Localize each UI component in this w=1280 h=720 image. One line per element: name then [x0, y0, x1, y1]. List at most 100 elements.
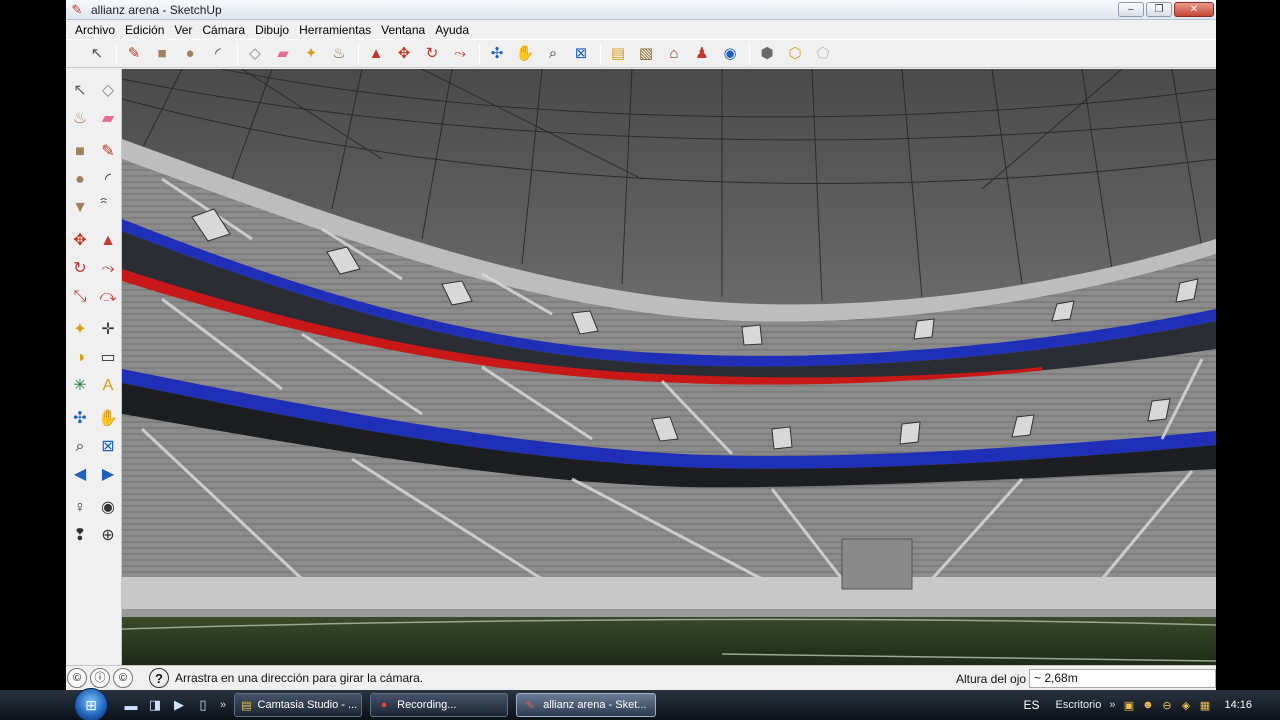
- follow-me-icon[interactable]: ⤳: [447, 41, 473, 67]
- share-component-icon[interactable]: ⬡: [782, 41, 808, 67]
- taskbar-button[interactable]: ▤ Camtasia Studio - ...: [234, 693, 363, 717]
- tray-icon[interactable]: ⊖: [1159, 698, 1174, 713]
- ruby-icon[interactable]: ⬠: [810, 41, 836, 67]
- pencil-icon[interactable]: ✎: [121, 41, 147, 67]
- system-tray: ES Escritorio » ▣ ☻ ⊖ ◈ ▦ 14:16: [1023, 690, 1280, 720]
- help-icon[interactable]: ?: [149, 668, 169, 688]
- tray-icon[interactable]: ▣: [1121, 698, 1136, 713]
- line-tool-icon[interactable]: ✎: [94, 138, 122, 165]
- tape-measure-icon[interactable]: ✦: [298, 41, 324, 67]
- document-icon[interactable]: ▯: [194, 696, 212, 714]
- push-pull-tool-icon[interactable]: ▲: [94, 227, 122, 254]
- place-model-icon[interactable]: ⌂: [661, 41, 687, 67]
- tray-icon[interactable]: ☻: [1140, 698, 1155, 713]
- orbit-tool-icon[interactable]: ✣: [66, 405, 94, 432]
- walk-tool-icon[interactable]: ❢: [66, 522, 94, 549]
- zoom-icon[interactable]: ⌕: [540, 41, 566, 67]
- google-earth-icon[interactable]: ◉: [717, 41, 743, 67]
- select-tool-icon[interactable]: ↖: [66, 77, 94, 104]
- get-current-view-icon[interactable]: ♟: [689, 41, 715, 67]
- close-button[interactable]: ✕: [1174, 2, 1214, 17]
- text-tool-icon[interactable]: ▭: [94, 344, 122, 371]
- axes-tool-icon[interactable]: ✳: [66, 372, 94, 399]
- rotate-icon[interactable]: ↻: [419, 41, 445, 67]
- eraser-icon[interactable]: ▰: [270, 41, 296, 67]
- push-pull-icon[interactable]: ▲: [363, 41, 389, 67]
- previous-view-icon[interactable]: ◀: [66, 461, 94, 488]
- make-component-tool-icon[interactable]: ◇: [94, 77, 122, 104]
- protractor-tool-icon[interactable]: ◑: [66, 344, 94, 371]
- next-view-icon[interactable]: ▶: [94, 461, 122, 488]
- look-around-tool-icon[interactable]: ◉: [94, 494, 122, 521]
- arc-tool-icon[interactable]: ◜: [94, 166, 122, 193]
- status-bar: © ⓘ © ? Arrastra en una dirección para g…: [66, 665, 1216, 690]
- menu-herramientas[interactable]: Herramientas: [294, 23, 376, 37]
- zoom-extents-icon[interactable]: ⊠: [568, 41, 594, 67]
- freehand-tool-icon[interactable]: ꩰ: [94, 194, 122, 221]
- 3d-viewport[interactable]: [122, 69, 1216, 665]
- menu-ventana[interactable]: Ventana: [376, 23, 430, 37]
- taskbar-button[interactable]: ✎ allianz arena - Sket...: [516, 693, 657, 717]
- menu-archivo[interactable]: Archivo: [70, 23, 120, 37]
- menu-bar: Archivo Edición Ver Cámara Dibujo Herram…: [66, 20, 1216, 39]
- media-player-icon[interactable]: ▶: [170, 696, 188, 714]
- paint-bucket-tool-icon[interactable]: ♨: [66, 105, 94, 132]
- rectangle-tool-icon[interactable]: ■: [66, 138, 94, 165]
- title-bar[interactable]: ✎ allianz arena - SketchUp – ❐ ✕: [66, 0, 1216, 20]
- paint-bucket-icon[interactable]: ♨: [326, 41, 352, 67]
- components-icon[interactable]: ⬢: [754, 41, 780, 67]
- circle-tool-icon[interactable]: ●: [66, 166, 94, 193]
- offset-tool-icon[interactable]: ⤼: [94, 283, 122, 310]
- move-tool-icon[interactable]: ✥: [66, 227, 94, 254]
- zoom-tool-icon[interactable]: ⌕: [66, 433, 94, 460]
- minimize-button[interactable]: –: [1118, 2, 1144, 17]
- dimension-tool-icon[interactable]: ✛: [94, 316, 122, 343]
- desktop-toolbar-label[interactable]: Escritorio: [1056, 699, 1102, 711]
- measurements-box[interactable]: ~ 2,68m: [1029, 669, 1216, 688]
- menu-ayuda[interactable]: Ayuda: [430, 23, 474, 37]
- move-icon[interactable]: ✥: [391, 41, 417, 67]
- menu-edicion[interactable]: Edición: [120, 23, 169, 37]
- make-component-icon[interactable]: ◇: [242, 41, 268, 67]
- tray-icon[interactable]: ◈: [1178, 698, 1193, 713]
- vcb-label: Altura del ojo: [956, 672, 1027, 686]
- share-model-icon[interactable]: ▧: [633, 41, 659, 67]
- show-desktop-icon[interactable]: ▬: [122, 696, 140, 714]
- desktop-chevron-icon[interactable]: »: [1109, 699, 1115, 711]
- tool-group-gap: [66, 222, 122, 226]
- sketchup-window: ✎ allianz arena - SketchUp – ❐ ✕ Archivo…: [66, 0, 1216, 690]
- taskbar-button[interactable]: ● Recording...: [370, 693, 509, 717]
- arc-icon[interactable]: ◜: [205, 41, 231, 67]
- sign-in-icon[interactable]: ©: [113, 668, 133, 688]
- position-camera-tool-icon[interactable]: ♀: [66, 494, 94, 521]
- zoom-extents-tool-icon[interactable]: ⊠: [94, 433, 122, 460]
- switch-windows-icon[interactable]: ◨: [146, 696, 164, 714]
- start-button[interactable]: ⊞: [74, 688, 108, 720]
- 3d-text-tool-icon[interactable]: A: [94, 372, 122, 399]
- section-plane-tool-icon[interactable]: ⊕: [94, 522, 122, 549]
- clock[interactable]: 14:16: [1224, 699, 1252, 711]
- maximize-button[interactable]: ❐: [1146, 2, 1172, 17]
- pan-tool-icon[interactable]: ✋: [94, 405, 122, 432]
- circle-icon[interactable]: ●: [177, 41, 203, 67]
- menu-ver[interactable]: Ver: [169, 23, 197, 37]
- credits-icon[interactable]: ⓘ: [90, 668, 110, 688]
- rotate-tool-icon[interactable]: ↻: [66, 255, 94, 282]
- pan-icon[interactable]: ✋: [512, 41, 538, 67]
- eraser-tool-icon[interactable]: ▰: [94, 105, 122, 132]
- follow-me-tool-icon[interactable]: ⤳: [94, 255, 122, 282]
- get-models-icon[interactable]: ▤: [605, 41, 631, 67]
- menu-camara[interactable]: Cámara: [197, 23, 250, 37]
- scale-tool-icon[interactable]: ⤡: [66, 283, 94, 310]
- tray-icon[interactable]: ▦: [1197, 698, 1212, 713]
- pitch-wall-shadow: [122, 609, 1216, 617]
- tape-measure-tool-icon[interactable]: ✦: [66, 316, 94, 343]
- polygon-tool-icon[interactable]: ▼: [66, 194, 94, 221]
- toolbar-separator: [116, 42, 117, 65]
- menu-dibujo[interactable]: Dibujo: [250, 23, 294, 37]
- rectangle-icon[interactable]: ■: [149, 41, 175, 67]
- select-icon[interactable]: ↖: [84, 41, 110, 67]
- language-indicator[interactable]: ES: [1023, 698, 1039, 712]
- orbit-icon[interactable]: ✣: [484, 41, 510, 67]
- geo-location-icon[interactable]: ©: [67, 668, 87, 688]
